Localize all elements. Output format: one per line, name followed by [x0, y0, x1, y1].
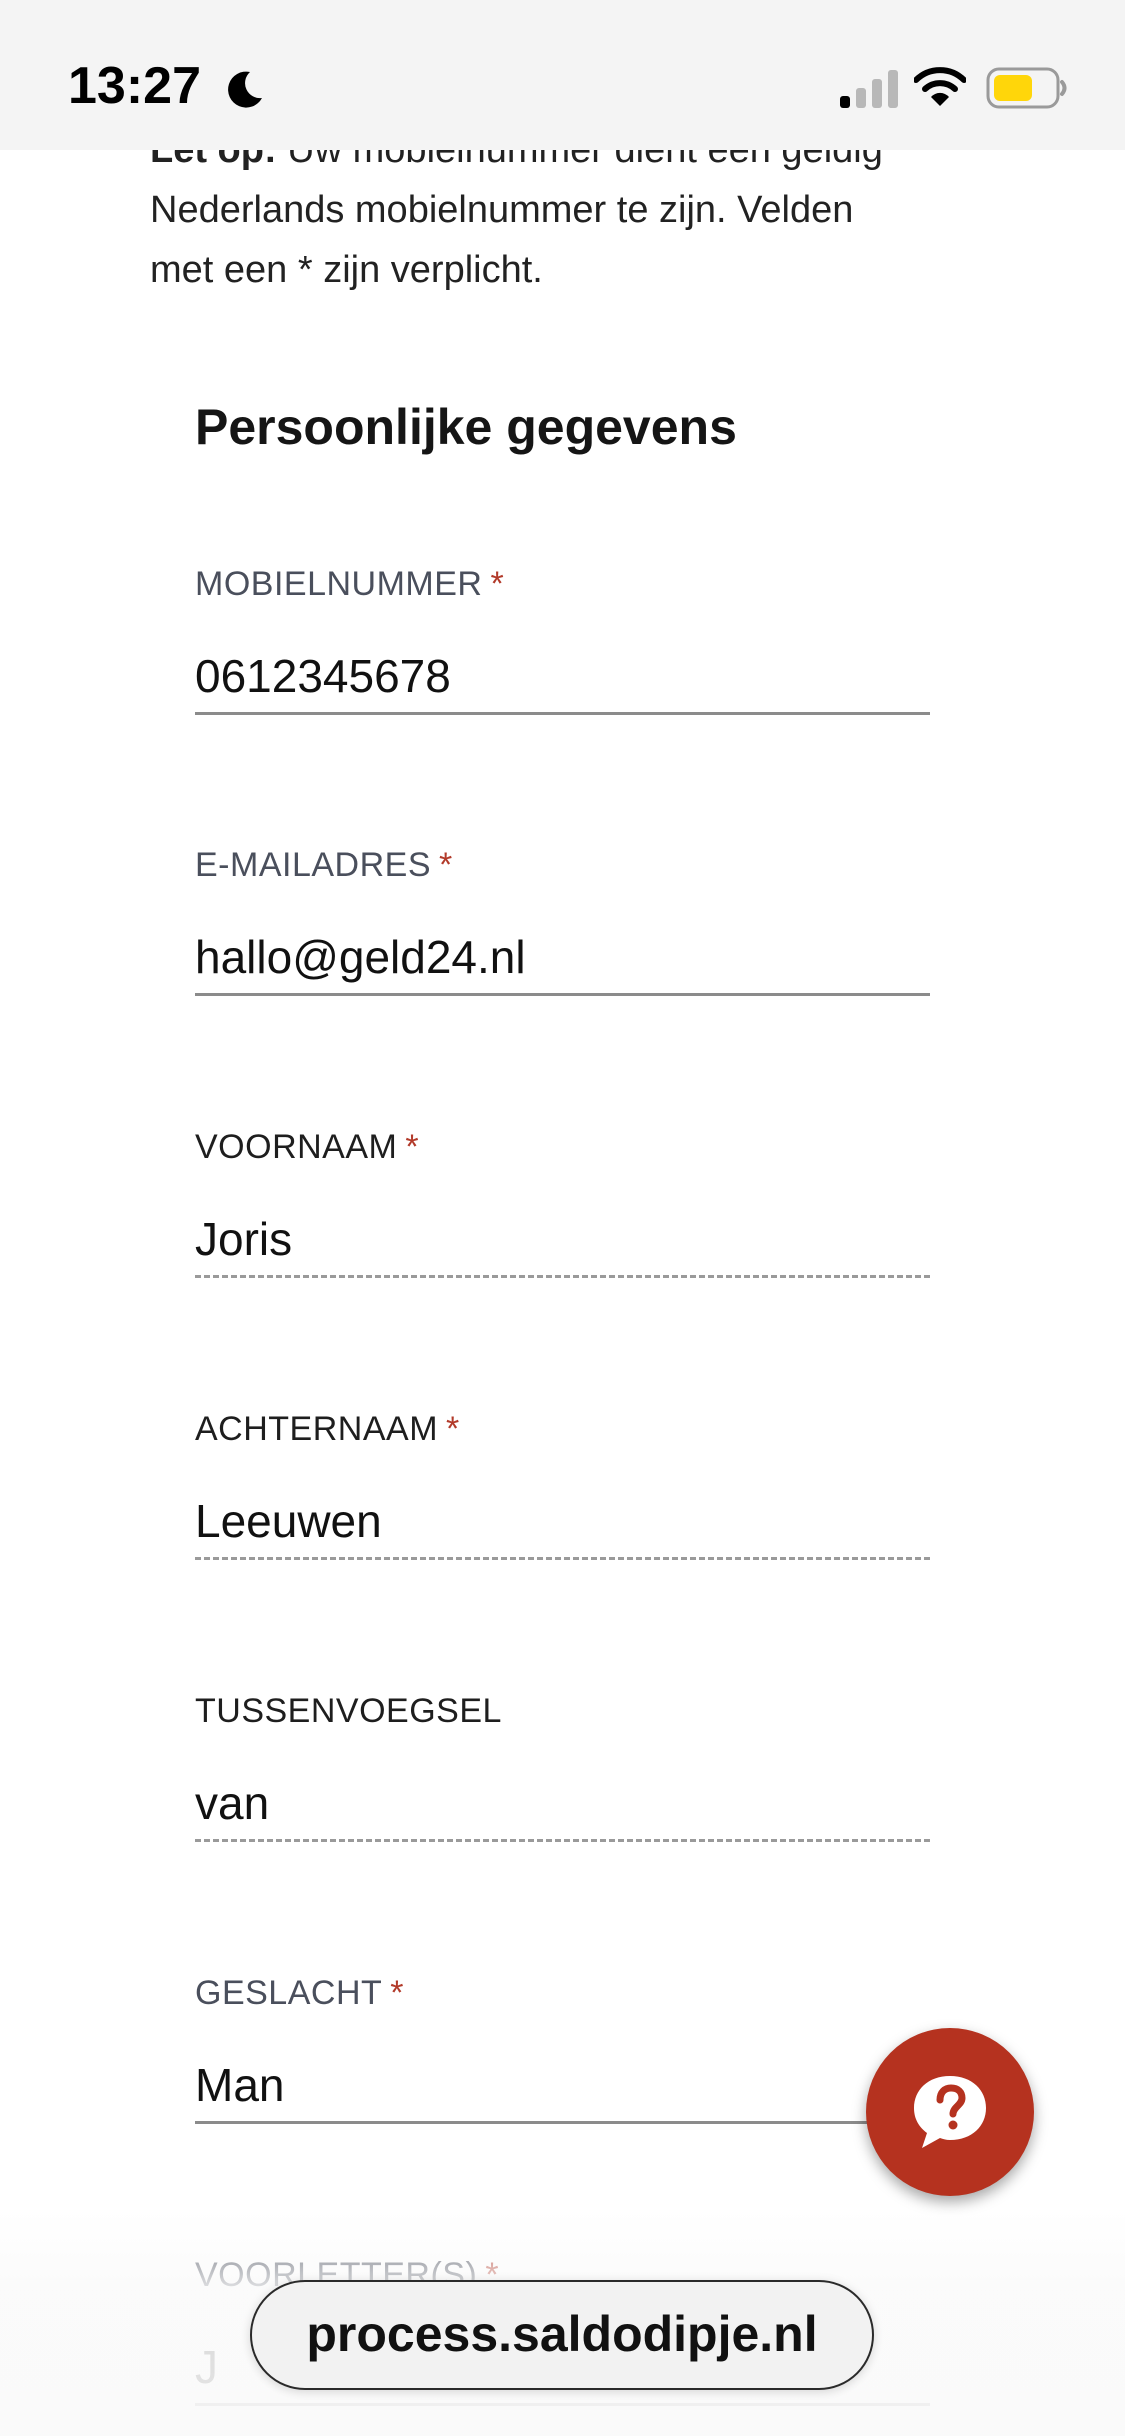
- field-label-text: MOBIELNUMMER: [195, 565, 483, 603]
- signal-icon: [840, 70, 898, 108]
- mobielnummer-input[interactable]: [195, 646, 930, 706]
- wifi-icon: [914, 67, 966, 106]
- field-underline: [195, 993, 930, 996]
- help-chat-icon: [914, 2076, 986, 2148]
- field-voornaam: VOORNAAM *: [195, 1125, 930, 1278]
- help-button[interactable]: [866, 2028, 1034, 2196]
- field-label-text: GESLACHT: [195, 1974, 383, 2012]
- field-underline: [195, 1839, 930, 1842]
- field-label: ACHTERNAAM *: [195, 1407, 930, 1451]
- required-marker: *: [490, 565, 505, 603]
- field-label: GESLACHT *: [195, 1971, 930, 2015]
- status-bar: 13:27: [0, 0, 1125, 150]
- field-label: MOBIELNUMMER *: [195, 562, 930, 606]
- intro-line-3: met een * zijn verplicht.: [150, 249, 543, 291]
- status-time: 13:27: [68, 57, 201, 115]
- tussenvoegsel-input[interactable]: [195, 1773, 930, 1833]
- intro-line-2: Nederlands mobielnummer te zijn. Velden: [150, 189, 854, 231]
- field-geslacht: GESLACHT *: [195, 1971, 930, 2124]
- field-label: VOORNAAM *: [195, 1125, 930, 1169]
- field-label-text: ACHTERNAAM: [195, 1410, 439, 1448]
- required-marker: *: [439, 846, 453, 884]
- field-achternaam: ACHTERNAAM *: [195, 1407, 930, 1560]
- required-marker: *: [446, 1410, 460, 1448]
- battery-icon: [986, 67, 1067, 109]
- geslacht-select[interactable]: [195, 2055, 930, 2115]
- field-underline: [195, 1275, 930, 1278]
- url-bar[interactable]: process.saldodipje.nl: [250, 2280, 874, 2390]
- achternaam-input[interactable]: [195, 1491, 930, 1551]
- section-title: Persoonlijke gegevens: [195, 399, 737, 455]
- moon-icon: [228, 71, 262, 108]
- field-underline: [195, 2403, 930, 2406]
- field-tussenvoegsel: TUSSENVOEGSEL: [195, 1689, 930, 1842]
- required-marker: *: [405, 1128, 420, 1166]
- field-label-text: VOORNAAM: [195, 1128, 398, 1166]
- field-label-text: TUSSENVOEGSEL: [195, 1692, 502, 1730]
- required-marker: *: [390, 1974, 404, 2012]
- field-mobielnummer: MOBIELNUMMER *: [195, 562, 930, 715]
- email-input[interactable]: [195, 927, 930, 987]
- field-underline: [195, 712, 930, 715]
- field-label: TUSSENVOEGSEL: [195, 1689, 930, 1733]
- field-underline: [195, 1557, 930, 1560]
- field-label-text: E-MAILADRES: [195, 846, 431, 884]
- field-label: E-MAILADRES *: [195, 843, 930, 887]
- voornaam-input[interactable]: [195, 1209, 930, 1269]
- field-emailadres: E-MAILADRES *: [195, 843, 930, 996]
- field-underline: [195, 2121, 930, 2124]
